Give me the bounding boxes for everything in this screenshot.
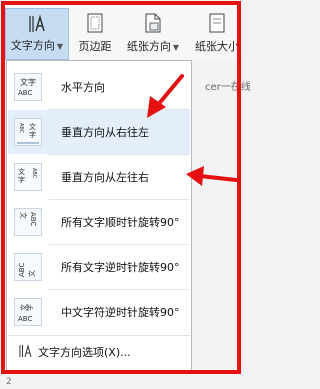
red-arrow-1 xyxy=(147,74,184,118)
red-arrow-2 xyxy=(186,166,238,186)
screenshot-frame: 文字方向 ▼ 页边距 纸张方向 ▼ 纸张大小 cer一在线 文 字 ABC 水平… xyxy=(0,0,251,389)
annotation-overlay xyxy=(147,74,238,186)
page-number: 2 xyxy=(6,377,12,387)
